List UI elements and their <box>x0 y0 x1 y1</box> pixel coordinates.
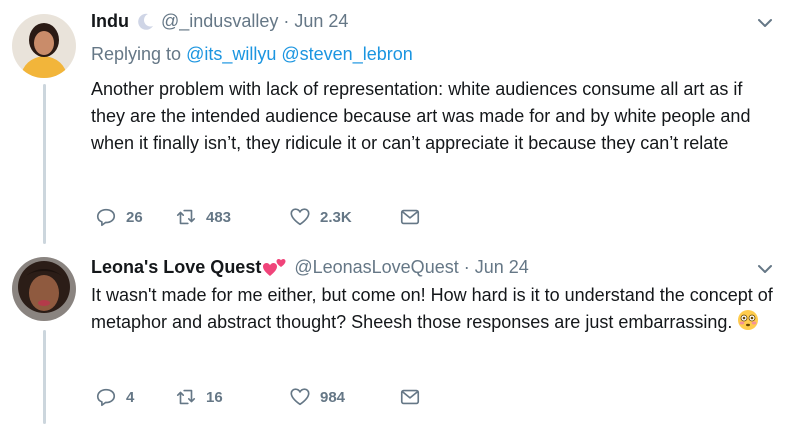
flushed-face-icon <box>737 309 759 339</box>
direct-message-button[interactable] <box>399 386 421 408</box>
tweet-text-content: It wasn't made for me either, but come o… <box>91 285 773 332</box>
reply-target-link[interactable]: @steven_lebron <box>281 44 412 64</box>
heart-icon <box>290 388 310 406</box>
reply-button[interactable]: 4 <box>95 386 175 408</box>
tweet-actions: 4 16 984 <box>95 385 421 409</box>
like-count: 984 <box>320 388 346 406</box>
tweet-actions: 26 483 2.3K <box>95 205 421 229</box>
reply-icon <box>96 208 116 227</box>
heart-icon <box>290 208 310 226</box>
separator-dot: · <box>463 256 470 277</box>
avatar-image <box>12 257 76 321</box>
retweet-count: 483 <box>206 208 232 226</box>
retweet-count: 16 <box>206 388 223 406</box>
avatar[interactable] <box>12 14 76 78</box>
direct-message-button[interactable] <box>399 206 421 228</box>
retweet-button[interactable]: 16 <box>175 386 289 408</box>
retweet-icon <box>176 209 196 225</box>
chevron-down-icon[interactable] <box>756 260 774 278</box>
display-name[interactable]: Indu <box>91 11 129 32</box>
reply-count: 4 <box>126 388 135 406</box>
avatar-image <box>12 14 76 78</box>
replying-prefix: Replying to <box>91 44 182 64</box>
tweet-leona[interactable]: Leona's Love Quest @LeonasLoveQuest · Ju… <box>0 245 800 424</box>
reply-count: 26 <box>126 208 143 226</box>
tweet-text: It wasn't made for me either, but come o… <box>91 282 781 339</box>
replying-to: Replying to @its_willyu @steven_lebron <box>91 44 413 65</box>
tweet-header: Leona's Love Quest @LeonasLoveQuest · Ju… <box>91 256 529 278</box>
envelope-icon <box>400 209 420 225</box>
crescent-moon-icon <box>135 12 155 32</box>
user-handle[interactable]: @LeonasLoveQuest <box>294 257 458 278</box>
separator-dot: · <box>283 11 290 31</box>
tweet-header: Indu @_indusvalley · Jun 24 <box>91 11 348 32</box>
chevron-down-icon[interactable] <box>756 14 774 32</box>
tweet-indu[interactable]: Indu @_indusvalley · Jun 24 Replying to … <box>0 0 800 245</box>
two-hearts-icon <box>262 256 288 278</box>
like-count: 2.3K <box>320 208 352 226</box>
display-name[interactable]: Leona's Love Quest <box>91 257 261 278</box>
reply-icon <box>96 388 116 407</box>
like-button[interactable]: 984 <box>289 386 399 408</box>
user-handle[interactable]: @_indusvalley <box>161 11 278 32</box>
reply-target-link[interactable]: @its_willyu <box>186 44 276 64</box>
tweet-date[interactable]: Jun 24 <box>475 257 529 278</box>
like-button[interactable]: 2.3K <box>289 206 399 228</box>
tweet-text: Another problem with lack of representat… <box>91 79 751 153</box>
retweet-icon <box>176 389 196 405</box>
reply-button[interactable]: 26 <box>95 206 175 228</box>
tweet-date[interactable]: Jun 24 <box>294 11 348 32</box>
avatar[interactable] <box>12 257 76 321</box>
retweet-button[interactable]: 483 <box>175 206 289 228</box>
envelope-icon <box>400 389 420 405</box>
